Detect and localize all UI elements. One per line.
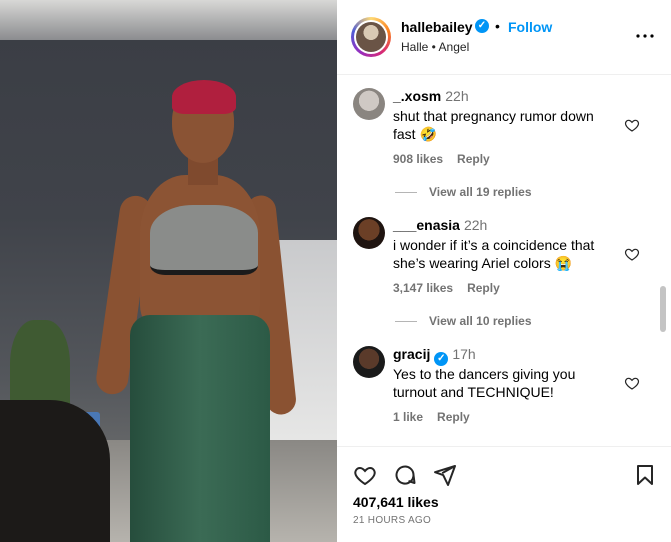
view-replies-text[interactable]: View all 19 replies: [429, 185, 532, 199]
commenter-avatar[interactable]: [353, 346, 385, 378]
reply-button[interactable]: Reply: [437, 410, 470, 424]
replies-line: [395, 321, 417, 323]
comment-username[interactable]: gracij ✓ 17h: [393, 346, 476, 366]
verified-badge-icon: ✓: [434, 352, 449, 366]
reply-button[interactable]: Reply: [467, 281, 500, 295]
post-panel: hallebailey ✓ • Follow Halle • Angel _.x…: [337, 0, 671, 542]
comment-meta: 3,147 likes Reply: [393, 281, 514, 295]
media-foreground-figure: [0, 400, 110, 542]
comment-text: Yes to the dancers giving you turnout an…: [393, 366, 576, 400]
share-icon[interactable]: [433, 463, 457, 487]
reply-button[interactable]: Reply: [457, 152, 490, 166]
comment-heart-icon[interactable]: [624, 246, 640, 262]
comments-list[interactable]: _.xosm 22h shut that pregnancy rumor down…: [337, 76, 671, 446]
comment-likes[interactable]: 1 like: [393, 410, 423, 424]
view-replies-text[interactable]: View all 10 replies: [429, 314, 532, 328]
avatar-border: [354, 20, 388, 54]
comment-meta: 1 like Reply: [393, 410, 484, 424]
comment-username-text[interactable]: ___enasia: [393, 217, 460, 233]
post-media[interactable]: [0, 0, 337, 542]
commenter-avatar[interactable]: [353, 88, 385, 120]
author-username[interactable]: hallebailey: [401, 19, 473, 35]
view-replies-button[interactable]: View all 10 replies: [395, 314, 532, 328]
comment-username[interactable]: _.xosm 22h: [393, 88, 469, 104]
comment-icon[interactable]: [393, 463, 417, 487]
comments-scrollbar[interactable]: [660, 286, 666, 332]
media-ceiling: [0, 0, 337, 40]
like-heart-icon[interactable]: [353, 463, 377, 487]
comment-heart-icon[interactable]: [624, 117, 640, 133]
more-options-icon[interactable]: [633, 24, 657, 52]
post-header: hallebailey ✓ • Follow Halle • Angel: [337, 0, 671, 75]
comment-heart-icon[interactable]: [624, 375, 640, 391]
comment-username-text[interactable]: _.xosm: [393, 88, 441, 104]
person-sports-bra: [150, 205, 258, 275]
comment-likes[interactable]: 3,147 likes: [393, 281, 453, 295]
post-likes-count[interactable]: 407,641 likes: [353, 494, 439, 510]
person-pants: [130, 315, 270, 542]
verified-badge-icon: ✓: [475, 19, 489, 33]
comment-text: shut that pregnancy rumor down fast 🤣: [393, 108, 594, 142]
comment-time: 22h: [445, 88, 469, 104]
comment-likes[interactable]: 908 likes: [393, 152, 443, 166]
audio-label[interactable]: Halle • Angel: [401, 40, 469, 54]
comment-username-text[interactable]: gracij: [393, 346, 430, 362]
post-actions: 407,641 likes 21 HOURS AGO: [337, 446, 671, 542]
person-headscarf: [172, 80, 236, 114]
bookmark-icon[interactable]: [633, 463, 657, 487]
replies-line: [395, 192, 417, 194]
author-avatar[interactable]: [351, 17, 391, 57]
avatar-image: [356, 22, 386, 52]
post-timestamp[interactable]: 21 HOURS AGO: [353, 515, 431, 526]
comment-time: 22h: [463, 217, 488, 233]
follow-button[interactable]: Follow: [508, 19, 552, 35]
comment-meta: 908 likes Reply: [393, 152, 504, 166]
comment-time: 17h: [452, 346, 476, 362]
more-icon: [636, 34, 654, 38]
comment-text: i wonder if it’s a coincidence that she’…: [393, 237, 595, 271]
comment-username[interactable]: ___enasia 22h: [393, 217, 487, 233]
header-separator: •: [495, 18, 500, 34]
commenter-avatar[interactable]: [353, 217, 385, 249]
view-replies-button[interactable]: View all 19 replies: [395, 185, 532, 199]
